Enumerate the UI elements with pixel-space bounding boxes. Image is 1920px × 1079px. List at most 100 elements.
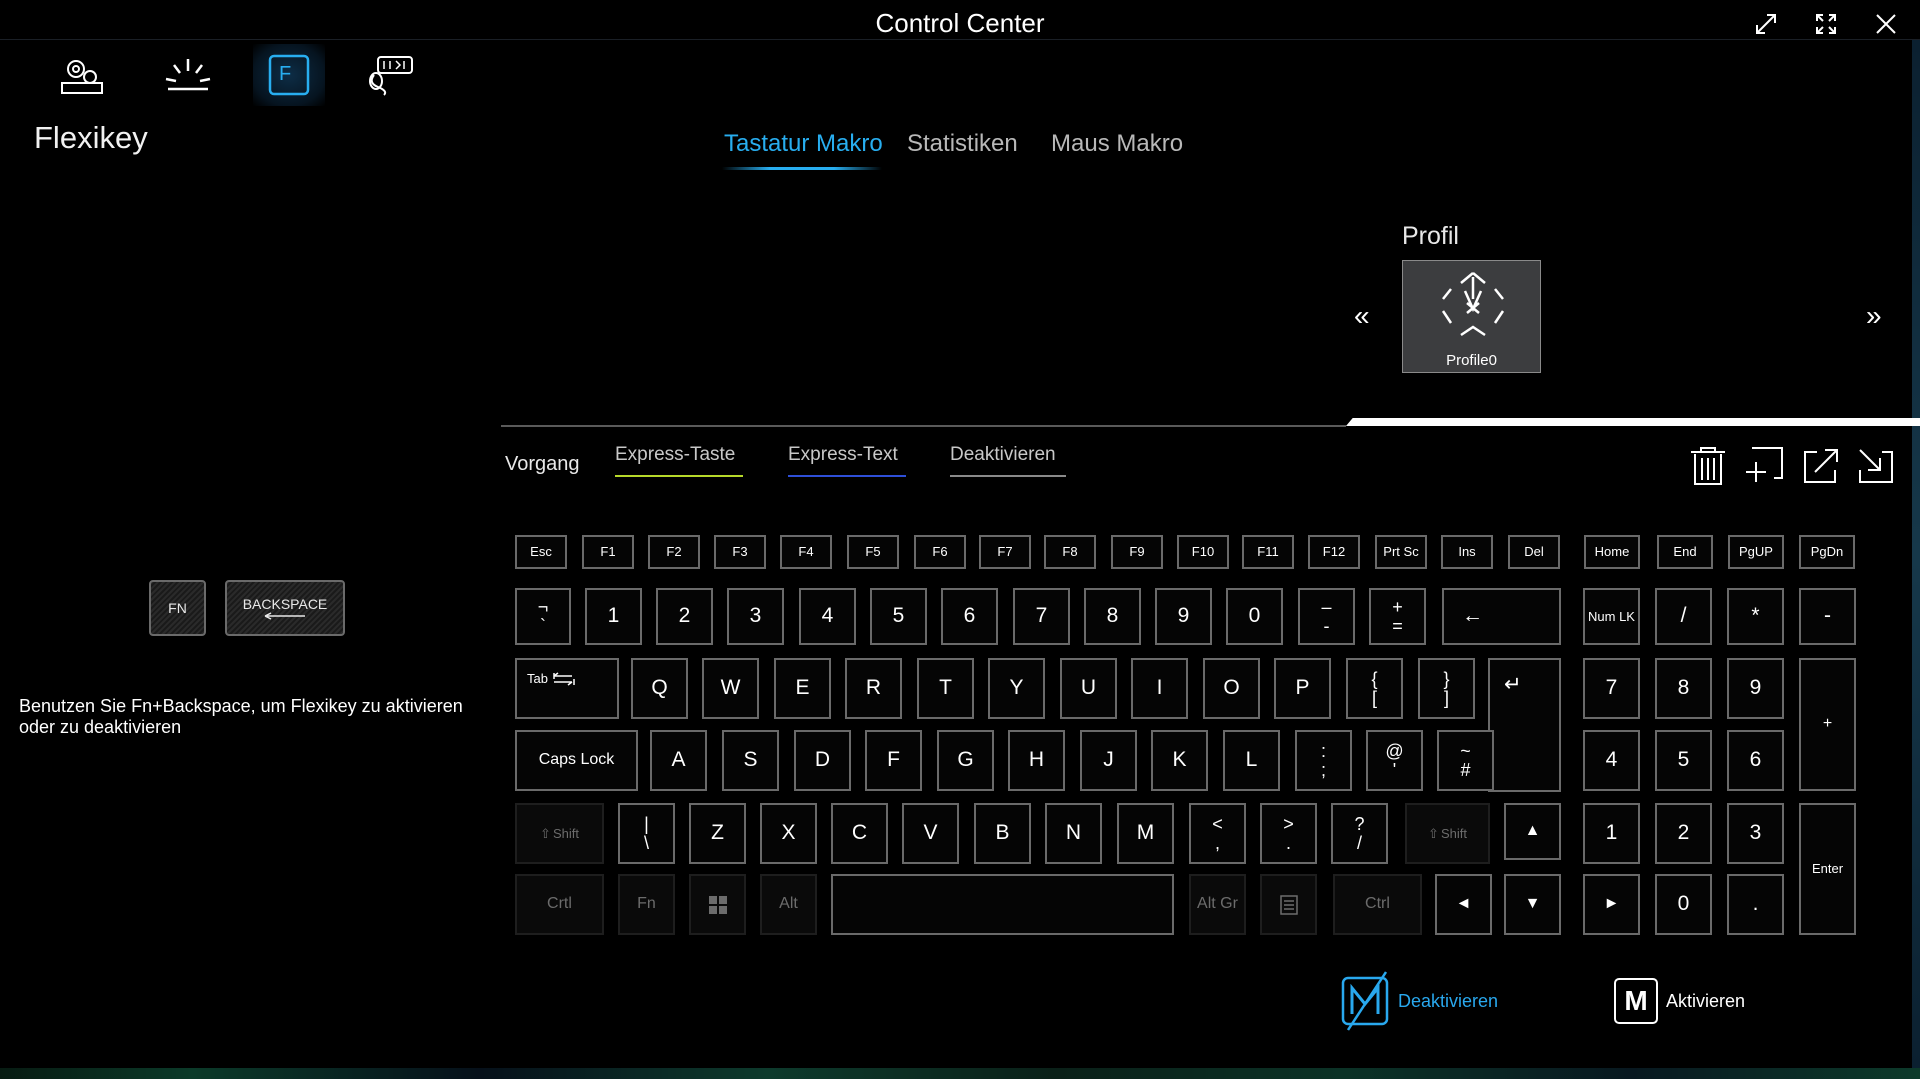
- key-num-divide[interactable]: /: [1655, 588, 1712, 645]
- key-backspace[interactable]: ←: [1442, 588, 1561, 645]
- key-f10[interactable]: F10: [1177, 535, 1229, 569]
- subtab-express-text[interactable]: Express-Text: [788, 444, 898, 466]
- key-h[interactable]: H: [1008, 730, 1065, 791]
- key-enter[interactable]: ↵: [1488, 658, 1561, 792]
- key-q[interactable]: Q: [631, 658, 688, 719]
- key-lbracket[interactable]: {[: [1346, 658, 1403, 719]
- key-z[interactable]: Z: [689, 803, 746, 864]
- key-comma[interactable]: <,: [1189, 803, 1246, 864]
- subtab-express-taste[interactable]: Express-Taste: [615, 444, 735, 466]
- key-num-minus[interactable]: -: [1799, 588, 1856, 645]
- key-equal[interactable]: + =: [1369, 588, 1426, 645]
- key-shift-left[interactable]: ⇧ Shift: [515, 803, 604, 864]
- key-f5[interactable]: F5: [847, 535, 899, 569]
- key-numlock[interactable]: Num LK: [1583, 588, 1640, 645]
- activate-button[interactable]: M Aktivieren: [1614, 974, 1745, 1028]
- key-num-6[interactable]: 6: [1727, 730, 1784, 791]
- key-esc[interactable]: Esc: [515, 535, 567, 569]
- key-m[interactable]: M: [1117, 803, 1174, 864]
- key-f3[interactable]: F3: [714, 535, 766, 569]
- key-5[interactable]: 5: [870, 588, 927, 645]
- key-minus[interactable]: – -: [1298, 588, 1355, 645]
- key-w[interactable]: W: [702, 658, 759, 719]
- key-num-9[interactable]: 9: [1727, 658, 1784, 719]
- key-arrow-left[interactable]: ◄: [1435, 874, 1492, 935]
- lighting-icon[interactable]: [152, 44, 224, 106]
- key-u[interactable]: U: [1060, 658, 1117, 719]
- key-fn[interactable]: Fn: [618, 874, 675, 935]
- key-f[interactable]: F: [865, 730, 922, 791]
- key-i[interactable]: I: [1131, 658, 1188, 719]
- key-num-7[interactable]: 7: [1583, 658, 1640, 719]
- profile-prev-button[interactable]: «: [1354, 300, 1370, 332]
- key-y[interactable]: Y: [988, 658, 1045, 719]
- key-period[interactable]: >.: [1260, 803, 1317, 864]
- tab-maus-makro[interactable]: Maus Makro: [1051, 130, 1183, 158]
- key-f11[interactable]: F11: [1242, 535, 1294, 569]
- key-rbracket[interactable]: }]: [1418, 658, 1475, 719]
- key-num-enter[interactable]: Enter: [1799, 803, 1856, 935]
- key-t[interactable]: T: [917, 658, 974, 719]
- key-end[interactable]: End: [1657, 535, 1713, 569]
- key-backtick[interactable]: ¬ `: [515, 588, 571, 645]
- key-9[interactable]: 9: [1155, 588, 1212, 645]
- key-f8[interactable]: F8: [1044, 535, 1096, 569]
- key-alt[interactable]: Alt: [760, 874, 817, 935]
- key-x[interactable]: X: [760, 803, 817, 864]
- key-num-0[interactable]: 0: [1655, 874, 1712, 935]
- key-7[interactable]: 7: [1013, 588, 1070, 645]
- key-hash[interactable]: ~ #: [1437, 730, 1494, 791]
- key-backslash[interactable]: | \: [618, 803, 675, 864]
- key-semicolon[interactable]: :;: [1295, 730, 1352, 791]
- flexikey-icon[interactable]: F: [253, 44, 325, 106]
- fullscreen-icon[interactable]: [1804, 6, 1848, 42]
- key-num-decimal[interactable]: .: [1727, 874, 1784, 935]
- key-windows[interactable]: [689, 874, 746, 935]
- import-icon[interactable]: [1854, 445, 1898, 487]
- key-p[interactable]: P: [1274, 658, 1331, 719]
- key-num-3[interactable]: 3: [1727, 803, 1784, 864]
- key-num-8[interactable]: 8: [1655, 658, 1712, 719]
- key-j[interactable]: J: [1080, 730, 1137, 791]
- key-space[interactable]: [831, 874, 1174, 935]
- restore-icon[interactable]: [1744, 6, 1788, 42]
- key-tab[interactable]: Tab: [515, 658, 619, 719]
- key-altgr[interactable]: Alt Gr: [1189, 874, 1246, 935]
- macro-mouse-icon[interactable]: [356, 44, 428, 106]
- key-l[interactable]: L: [1223, 730, 1280, 791]
- tab-statistiken[interactable]: Statistiken: [907, 130, 1018, 158]
- key-d[interactable]: D: [794, 730, 851, 791]
- system-settings-icon[interactable]: [46, 44, 118, 106]
- key-slash[interactable]: ? /: [1331, 803, 1388, 864]
- key-f1[interactable]: F1: [582, 535, 634, 569]
- key-1[interactable]: 1: [585, 588, 642, 645]
- key-k[interactable]: K: [1151, 730, 1208, 791]
- key-shift-right[interactable]: ⇧ Shift: [1405, 803, 1490, 864]
- key-num-2[interactable]: 2: [1655, 803, 1712, 864]
- key-menu[interactable]: [1260, 874, 1317, 935]
- key-ins[interactable]: Ins: [1441, 535, 1493, 569]
- key-c[interactable]: C: [831, 803, 888, 864]
- key-prtsc[interactable]: Prt Sc: [1375, 535, 1427, 569]
- key-g[interactable]: G: [937, 730, 994, 791]
- tab-tastatur-makro[interactable]: Tastatur Makro: [724, 130, 883, 158]
- key-arrow-down[interactable]: ▼: [1504, 874, 1561, 935]
- key-num-plus[interactable]: +: [1799, 658, 1856, 791]
- key-o[interactable]: O: [1203, 658, 1260, 719]
- key-pgdn[interactable]: PgDn: [1799, 535, 1855, 569]
- key-num-1[interactable]: 1: [1583, 803, 1640, 864]
- key-f12[interactable]: F12: [1308, 535, 1360, 569]
- export-icon[interactable]: [1799, 445, 1843, 487]
- key-home[interactable]: Home: [1584, 535, 1640, 569]
- key-ctrl-right[interactable]: Ctrl: [1333, 874, 1422, 935]
- key-e[interactable]: E: [774, 658, 831, 719]
- key-n[interactable]: N: [1045, 803, 1102, 864]
- key-f6[interactable]: F6: [914, 535, 966, 569]
- key-3[interactable]: 3: [727, 588, 784, 645]
- key-arrow-up[interactable]: ▲: [1504, 803, 1561, 860]
- trash-icon[interactable]: [1686, 445, 1730, 487]
- key-f2[interactable]: F2: [648, 535, 700, 569]
- key-2[interactable]: 2: [656, 588, 713, 645]
- key-capslock[interactable]: Caps Lock: [515, 730, 638, 791]
- add-icon[interactable]: [1742, 445, 1786, 487]
